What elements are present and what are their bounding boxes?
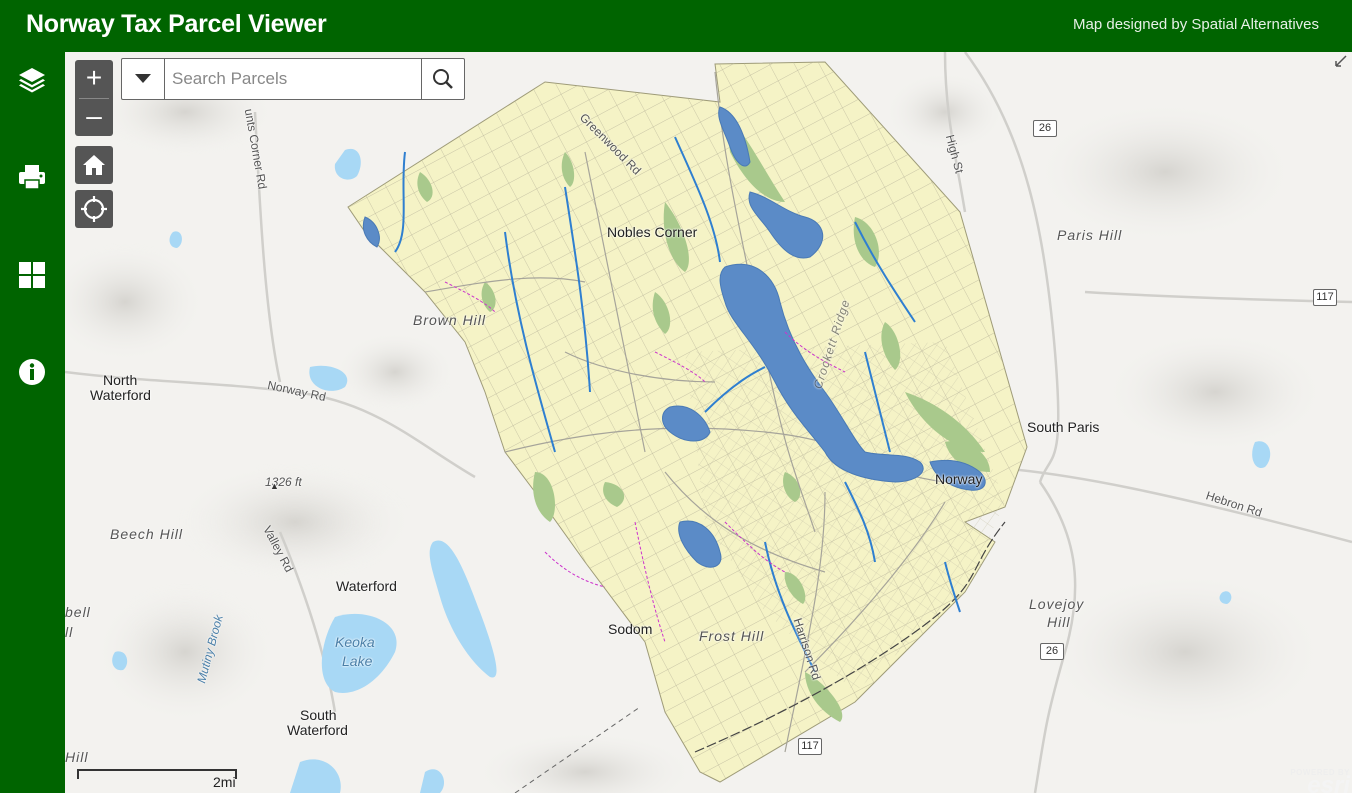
home-button[interactable] (75, 146, 113, 184)
zoom-control: + – (75, 60, 113, 136)
print-icon (19, 165, 45, 190)
label-south-paris: South Paris (1027, 419, 1100, 435)
esri-logo: esri (1307, 772, 1350, 793)
sidebar (0, 52, 65, 793)
label-nobles-corner: Nobles Corner (607, 224, 698, 240)
home-icon (83, 155, 105, 175)
search-input[interactable] (172, 67, 412, 91)
label-keoka-1: Keoka (335, 634, 375, 650)
label-beech-hill: Beech Hill (110, 526, 184, 542)
caret-down-icon (135, 74, 151, 83)
label-waterford: Waterford (336, 578, 397, 594)
search-button[interactable] (421, 59, 464, 99)
search-source-dropdown[interactable] (122, 59, 165, 99)
info-icon (19, 359, 45, 385)
route-117-shield-east: 117 (1313, 289, 1337, 306)
label-left-edge-1: bell (65, 604, 91, 620)
scale-label: 2mi (213, 774, 236, 790)
map-view[interactable]: Nobles Corner Brown Hill Paris Hill Nort… (65, 52, 1352, 793)
layers-button[interactable] (12, 60, 52, 100)
label-lovejoy-1: Lovejoy (1029, 596, 1085, 612)
layers-icon (19, 68, 45, 93)
label-brown-hill: Brown Hill (413, 312, 487, 328)
label-south-waterford-1: South (300, 707, 337, 723)
label-left-edge-3: Hill (65, 749, 89, 765)
label-norway: Norway (935, 471, 983, 487)
designer-credit: Map designed by Spatial Alternatives (1073, 16, 1319, 33)
info-button[interactable] (12, 352, 52, 392)
label-left-edge-2: ll (65, 624, 74, 640)
app-header: Norway Tax Parcel Viewer Map designed by… (0, 0, 1352, 52)
print-button[interactable] (12, 157, 52, 197)
label-north-waterford-2: Waterford (90, 387, 151, 403)
route-26-shield-south: 26 (1040, 643, 1064, 660)
app-title: Norway Tax Parcel Viewer (26, 10, 327, 38)
locate-icon (81, 196, 107, 222)
zoom-divider (79, 98, 109, 99)
basemap-gallery-icon (19, 262, 45, 288)
label-sodom: Sodom (608, 621, 653, 637)
label-keoka-2: Lake (342, 653, 373, 669)
label-north-waterford-1: North (103, 372, 138, 388)
search-icon (433, 69, 453, 89)
label-paris-hill: Paris Hill (1057, 227, 1123, 243)
locate-button[interactable] (75, 190, 113, 228)
route-117-shield-south: 117 (798, 738, 822, 755)
peak-marker-icon: ▲ (270, 481, 279, 491)
label-lovejoy-2: Hill (1047, 614, 1071, 630)
route-26-shield-north: 26 (1033, 120, 1057, 137)
basemap-gallery-button[interactable] (12, 255, 52, 295)
label-south-waterford-2: Waterford (287, 722, 348, 738)
label-frost-hill: Frost Hill (699, 628, 765, 644)
parcel-search (121, 58, 465, 100)
zoom-in-button[interactable]: + (75, 60, 113, 98)
zoom-out-button[interactable]: – (75, 98, 113, 136)
esri-attribution[interactable]: POWERED BY esri (1270, 768, 1350, 793)
expand-icon[interactable] (1334, 54, 1348, 68)
